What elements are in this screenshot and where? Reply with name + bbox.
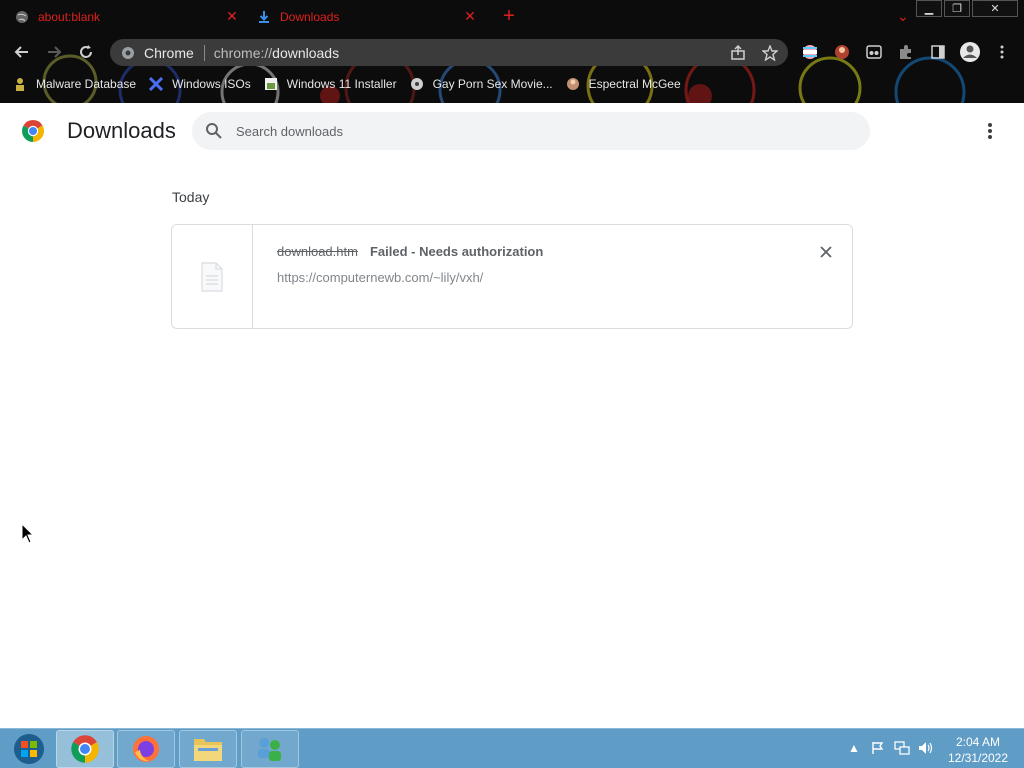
browser-frame: about:blank ✕ Downloads ✕ + ⌄ ▁ ❐ ✕ Chro…	[0, 0, 1024, 103]
tab-strip: about:blank ✕ Downloads ✕ + ⌄ ▁ ❐ ✕	[0, 0, 1024, 34]
taskbar-firefox[interactable]	[117, 730, 175, 768]
start-orb-icon	[14, 734, 44, 764]
windows-taskbar: ▲ 2:04 AM 12/31/2022	[0, 728, 1024, 768]
reload-icon[interactable]	[74, 40, 98, 64]
bookmarks-bar: Malware Database Windows ISOs Windows 11…	[0, 72, 1024, 96]
download-icon	[256, 9, 272, 25]
installer-icon	[263, 76, 279, 92]
browser-toolbar: Chrome chrome://downloads	[0, 36, 1024, 68]
bookmark-label: Espectral McGee	[588, 77, 681, 91]
remove-download-close-icon[interactable]	[817, 243, 835, 261]
omnibox-divider	[203, 44, 205, 61]
extension-flag-icon[interactable]	[798, 40, 822, 64]
action-center-flag-icon[interactable]	[869, 739, 887, 757]
chrome-site-icon	[120, 45, 136, 61]
download-item: download.htm Failed - Needs authorizatio…	[171, 224, 853, 329]
bookmark-malware-database[interactable]: Malware Database	[12, 73, 136, 95]
share-icon[interactable]	[728, 43, 748, 63]
system-tray: ▲	[845, 739, 941, 757]
more-actions-icon[interactable]	[980, 119, 1000, 143]
chrome-logo-icon	[22, 120, 44, 142]
taskbar-file-explorer[interactable]	[179, 730, 237, 768]
tab-about-blank[interactable]: about:blank ✕	[14, 0, 254, 34]
file-icon	[201, 261, 223, 292]
taskbar-clock[interactable]: 2:04 AM 12/31/2022	[940, 734, 1016, 766]
extension-avatar-icon[interactable]	[830, 40, 854, 64]
taskbar-chrome[interactable]	[56, 730, 114, 768]
omnibox-url[interactable]: chrome://downloads	[214, 45, 339, 61]
network-users-icon	[258, 738, 281, 761]
mouse-cursor-icon	[21, 523, 35, 544]
bookmark-label: Windows 11 Installer	[286, 77, 397, 91]
forward-arrow-icon[interactable]	[42, 40, 66, 64]
bookmark-espectral-mcgee[interactable]: Espectral McGee	[565, 73, 681, 95]
chrome-icon	[71, 735, 99, 763]
download-name-row: download.htm Failed - Needs authorizatio…	[277, 244, 543, 259]
clock-time: 2:04 AM	[955, 735, 1001, 749]
search-icon	[206, 123, 222, 139]
search-input[interactable]	[236, 121, 836, 141]
back-arrow-icon[interactable]	[10, 40, 34, 64]
bookmark-windows-11-installer[interactable]: Windows 11 Installer	[263, 73, 397, 95]
show-hidden-icons-chevron-icon[interactable]: ▲	[845, 739, 863, 757]
profile-avatar-icon[interactable]	[958, 40, 982, 64]
side-panel-icon[interactable]	[926, 40, 950, 64]
file-icon-column	[172, 225, 253, 328]
date-heading: Today	[172, 189, 210, 205]
omnibox-actions	[716, 43, 780, 63]
address-bar[interactable]: Chrome chrome://downloads	[110, 39, 788, 66]
tab-title: about:blank	[38, 10, 101, 24]
globe-icon	[14, 9, 30, 25]
bookmark-label: Malware Database	[36, 77, 137, 91]
downloads-header: Downloads	[0, 103, 1024, 159]
pad-icon	[409, 76, 425, 92]
url-path: downloads	[272, 44, 340, 61]
browser-menu-icon[interactable]	[990, 40, 1014, 64]
search-downloads-box[interactable]	[192, 112, 870, 150]
restore-icon[interactable]: ❐	[944, 0, 970, 17]
tab-close-icon[interactable]: ✕	[463, 9, 477, 23]
new-tab-plus-icon[interactable]: +	[500, 6, 518, 26]
url-scheme: chrome://	[213, 44, 273, 61]
tab-close-icon[interactable]: ✕	[225, 9, 239, 23]
download-status: Failed - Needs authorization	[369, 244, 544, 259]
omnibox-site-label: Chrome	[144, 44, 194, 61]
window-controls: ▁ ❐ ✕	[914, 0, 1018, 17]
network-icon[interactable]	[893, 739, 911, 757]
download-source-url[interactable]: https://computernewb.com/~lily/vxh/	[277, 270, 483, 285]
taskbar-network-app[interactable]	[241, 730, 299, 768]
person-icon	[12, 76, 28, 92]
x-logo-icon	[148, 76, 164, 92]
page-title: Downloads	[67, 118, 176, 143]
extension-glasses-icon[interactable]	[862, 40, 886, 64]
bookmark-label: Windows ISOs	[172, 77, 251, 91]
minimize-icon[interactable]: ▁	[916, 0, 942, 17]
tab-title: Downloads	[280, 10, 340, 24]
download-file-name[interactable]: download.htm	[277, 244, 358, 259]
bookmark-label: Gay Porn Sex Movie...	[432, 77, 553, 91]
start-button[interactable]	[0, 730, 58, 768]
avatar-icon	[565, 76, 581, 92]
volume-icon[interactable]	[917, 739, 935, 757]
bookmark-star-icon[interactable]	[760, 43, 780, 63]
bookmark-gay-porn-sex-movie[interactable]: Gay Porn Sex Movie...	[409, 73, 553, 95]
clock-date: 12/31/2022	[947, 751, 1009, 765]
bookmark-windows-isos[interactable]: Windows ISOs	[148, 73, 251, 95]
firefox-icon	[133, 736, 159, 762]
extensions-puzzle-icon[interactable]	[894, 40, 918, 64]
folder-icon	[194, 739, 222, 761]
screen: about:blank ✕ Downloads ✕ + ⌄ ▁ ❐ ✕ Chro…	[0, 0, 1024, 768]
tab-downloads[interactable]: Downloads ✕	[256, 0, 492, 34]
tab-search-chevron-icon[interactable]: ⌄	[897, 8, 909, 25]
window-close-icon[interactable]: ✕	[972, 0, 1018, 17]
